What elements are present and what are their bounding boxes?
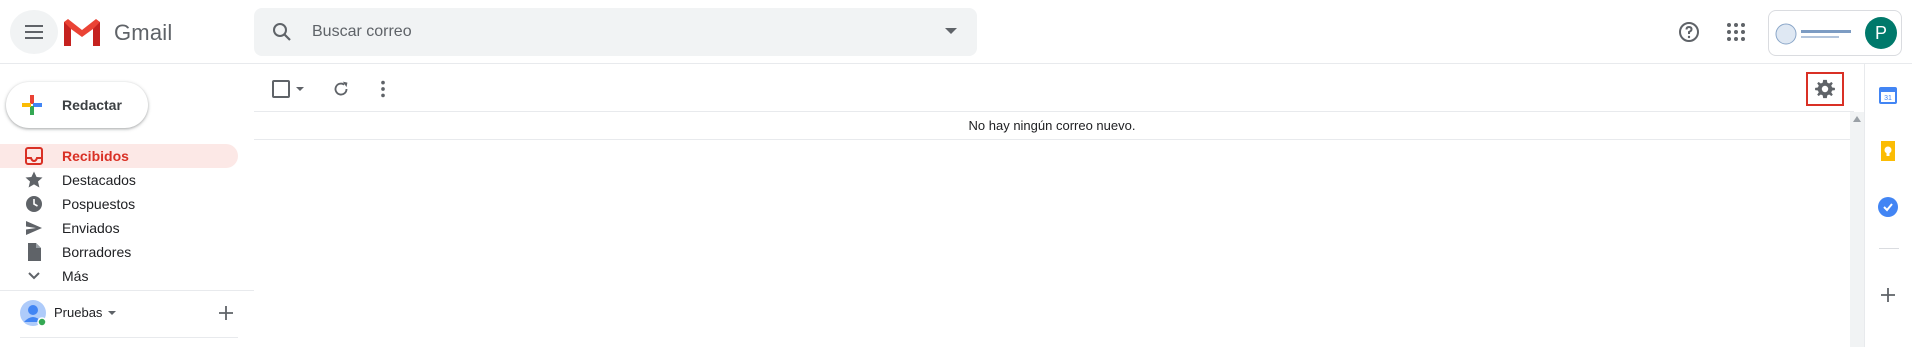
sidebar-nav: Recibidos Destacados Pospuestos Enviados…	[0, 144, 238, 288]
hangouts-caret-icon[interactable]	[108, 311, 116, 315]
search-bar[interactable]: Buscar correo	[254, 8, 977, 56]
search-input[interactable]: Buscar correo	[312, 23, 412, 41]
clock-icon	[26, 196, 42, 212]
sidebar-item-label: Pospuestos	[62, 196, 136, 212]
sidebar-item-snoozed[interactable]: Pospuestos	[0, 192, 238, 216]
add-addon-icon[interactable]	[1877, 284, 1899, 306]
more-options-icon[interactable]	[372, 78, 394, 100]
sidebar-item-drafts[interactable]: Borradores	[0, 240, 238, 264]
keep-icon[interactable]	[1877, 140, 1899, 162]
message-toolbar	[254, 70, 1854, 112]
star-icon	[25, 171, 43, 188]
compose-button[interactable]: Redactar	[6, 82, 148, 128]
svg-text:31: 31	[1884, 95, 1892, 102]
search-options-caret-icon[interactable]	[945, 28, 957, 34]
search-icon[interactable]	[270, 20, 294, 44]
account-switcher[interactable]: P	[1768, 10, 1902, 56]
gmail-logo[interactable]	[62, 16, 102, 48]
avatar[interactable]: P	[1865, 17, 1897, 49]
select-all-checkbox[interactable]	[272, 80, 290, 98]
refresh-icon[interactable]	[330, 78, 352, 100]
inbox-icon	[25, 147, 43, 165]
hangouts-user-name: Pruebas	[54, 305, 103, 320]
sidebar-item-label: Recibidos	[62, 148, 129, 164]
hangouts-user[interactable]: Pruebas	[20, 300, 240, 326]
chevron-down-icon	[28, 272, 40, 280]
apps-grid-icon[interactable]	[1724, 20, 1748, 44]
sidebar-item-label: Más	[62, 268, 89, 284]
select-options-caret-icon[interactable]	[296, 87, 304, 91]
organization-logo	[1775, 23, 1851, 45]
gear-icon	[1815, 79, 1835, 99]
settings-button[interactable]	[1806, 72, 1844, 106]
main-menu-button[interactable]	[10, 10, 58, 54]
sidebar-item-label: Destacados	[62, 172, 136, 188]
user-avatar-icon	[20, 300, 46, 326]
sidebar-item-label: Borradores	[62, 244, 132, 260]
hamburger-menu-icon	[25, 25, 43, 39]
sidebar-item-sent[interactable]: Enviados	[0, 216, 238, 240]
gmail-m-icon	[64, 19, 100, 46]
help-icon[interactable]	[1677, 20, 1701, 44]
calendar-icon[interactable]: 31	[1877, 84, 1899, 106]
hangouts-divider	[20, 337, 238, 338]
send-icon	[26, 221, 42, 235]
compose-label: Redactar	[62, 97, 122, 113]
top-header: Gmail Buscar correo P	[0, 0, 1912, 64]
tasks-icon[interactable]	[1877, 196, 1899, 218]
empty-inbox-message: No hay ningún correo nuevo.	[254, 112, 1850, 140]
sidebar-item-label: Enviados	[62, 220, 120, 236]
sidebar-divider	[0, 290, 254, 291]
sidebar-item-more[interactable]: Más	[0, 264, 238, 288]
sidebar-item-starred[interactable]: Destacados	[0, 168, 238, 192]
scroll-up-arrow-icon[interactable]	[1853, 116, 1861, 122]
scrollbar[interactable]	[1850, 112, 1864, 347]
app-name: Gmail	[114, 20, 173, 45]
add-icon[interactable]	[216, 303, 236, 323]
draft-icon	[28, 243, 41, 261]
side-panel: 31	[1864, 64, 1912, 347]
compose-plus-icon	[22, 95, 42, 115]
side-panel-divider	[1879, 248, 1899, 249]
sidebar-item-inbox[interactable]: Recibidos	[0, 144, 238, 168]
